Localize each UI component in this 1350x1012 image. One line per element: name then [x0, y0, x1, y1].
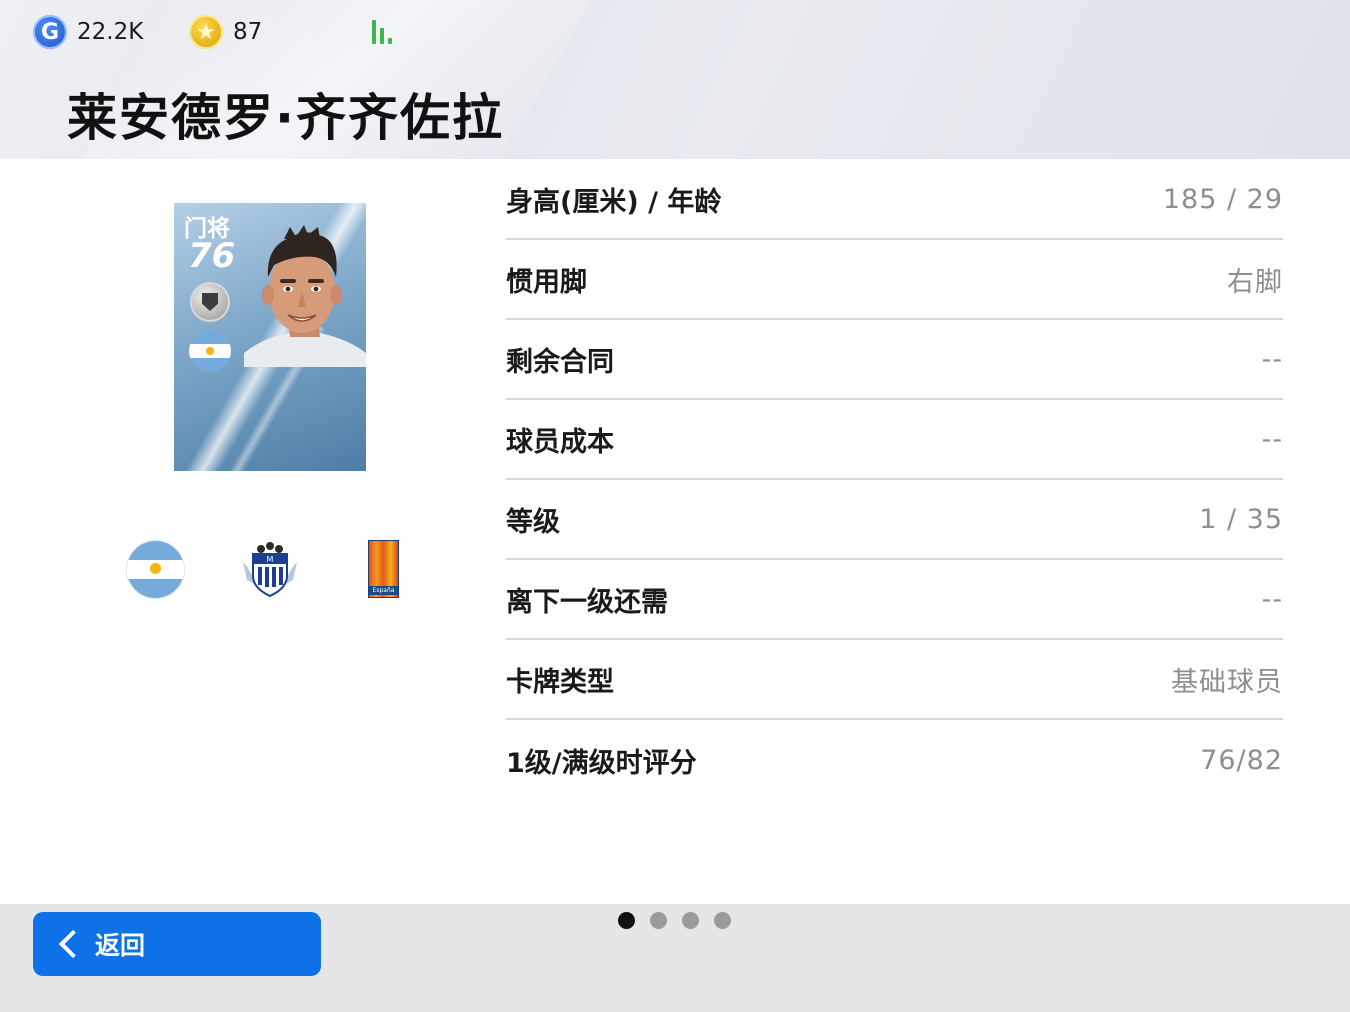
- league-badge-text: España: [369, 586, 398, 595]
- stat-value: --: [1261, 583, 1283, 615]
- player-card[interactable]: 门将 76: [174, 203, 366, 471]
- stat-value: --: [1261, 423, 1283, 455]
- league-badge-icon[interactable]: España: [368, 540, 399, 598]
- stat-label: 1级/满级时评分: [506, 747, 697, 779]
- player-name: 莱安德罗·齐齐佐拉: [67, 89, 504, 147]
- table-row: 离下一级还需 --: [506, 560, 1283, 640]
- page-dot-1[interactable]: [618, 912, 635, 929]
- stat-label: 卡牌类型: [506, 666, 614, 698]
- table-row: 剩余合同 --: [506, 320, 1283, 400]
- stat-value: 76/82: [1200, 744, 1283, 776]
- club-crest-icon[interactable]: M: [241, 540, 299, 598]
- stat-label: 身高(厘米) / 年龄: [506, 186, 722, 218]
- table-row: 身高(厘米) / 年龄 185 / 29: [506, 160, 1283, 240]
- stat-value: 右脚: [1227, 266, 1283, 298]
- stat-label: 剩余合同: [506, 346, 614, 378]
- stat-label: 球员成本: [506, 426, 614, 458]
- page-indicator: [618, 912, 731, 929]
- card-rating: 76: [188, 236, 236, 276]
- stat-value: 基础球员: [1171, 666, 1283, 698]
- stat-label: 惯用脚: [506, 266, 587, 298]
- gp-coin-icon: G: [33, 15, 67, 49]
- stat-value: 185 / 29: [1162, 183, 1283, 215]
- stat-value: 1 / 35: [1199, 503, 1283, 535]
- table-row: 惯用脚 右脚: [506, 240, 1283, 320]
- footer: 返回: [0, 904, 1350, 1012]
- nation-flag-argentina-icon[interactable]: [127, 541, 184, 598]
- back-button[interactable]: 返回: [33, 912, 321, 976]
- table-row: 等级 1 / 35: [506, 480, 1283, 560]
- table-row: 卡牌类型 基础球员: [506, 640, 1283, 720]
- player-info-table: 身高(厘米) / 年龄 185 / 29 惯用脚 右脚 剩余合同 -- 球员成本…: [506, 160, 1283, 800]
- table-row: 球员成本 --: [506, 400, 1283, 480]
- chevron-left-icon: [58, 929, 88, 959]
- gp-value: 22.2K: [77, 19, 144, 45]
- coin-balance[interactable]: ★ 87: [189, 14, 262, 50]
- page-dot-4[interactable]: [714, 912, 731, 929]
- silver-shield-medal-icon: [190, 282, 230, 322]
- stat-label: 离下一级还需: [506, 586, 668, 618]
- page-dot-3[interactable]: [682, 912, 699, 929]
- table-row: 1级/满级时评分 76/82: [506, 720, 1283, 800]
- player-portrait: [244, 225, 366, 367]
- gp-balance[interactable]: G 22.2K: [33, 14, 143, 50]
- stat-value: --: [1261, 343, 1283, 375]
- svg-text:M: M: [267, 555, 274, 564]
- star-coin-icon: ★: [189, 15, 223, 49]
- header: G 22.2K ★ 87 莱安德罗·齐齐佐拉: [0, 0, 1350, 159]
- back-button-label: 返回: [95, 931, 146, 960]
- coin-value: 87: [233, 19, 263, 45]
- page-dot-2[interactable]: [650, 912, 667, 929]
- argentina-flag-icon: [189, 330, 231, 372]
- signal-bars-icon: [372, 18, 400, 44]
- stat-label: 等级: [506, 506, 560, 538]
